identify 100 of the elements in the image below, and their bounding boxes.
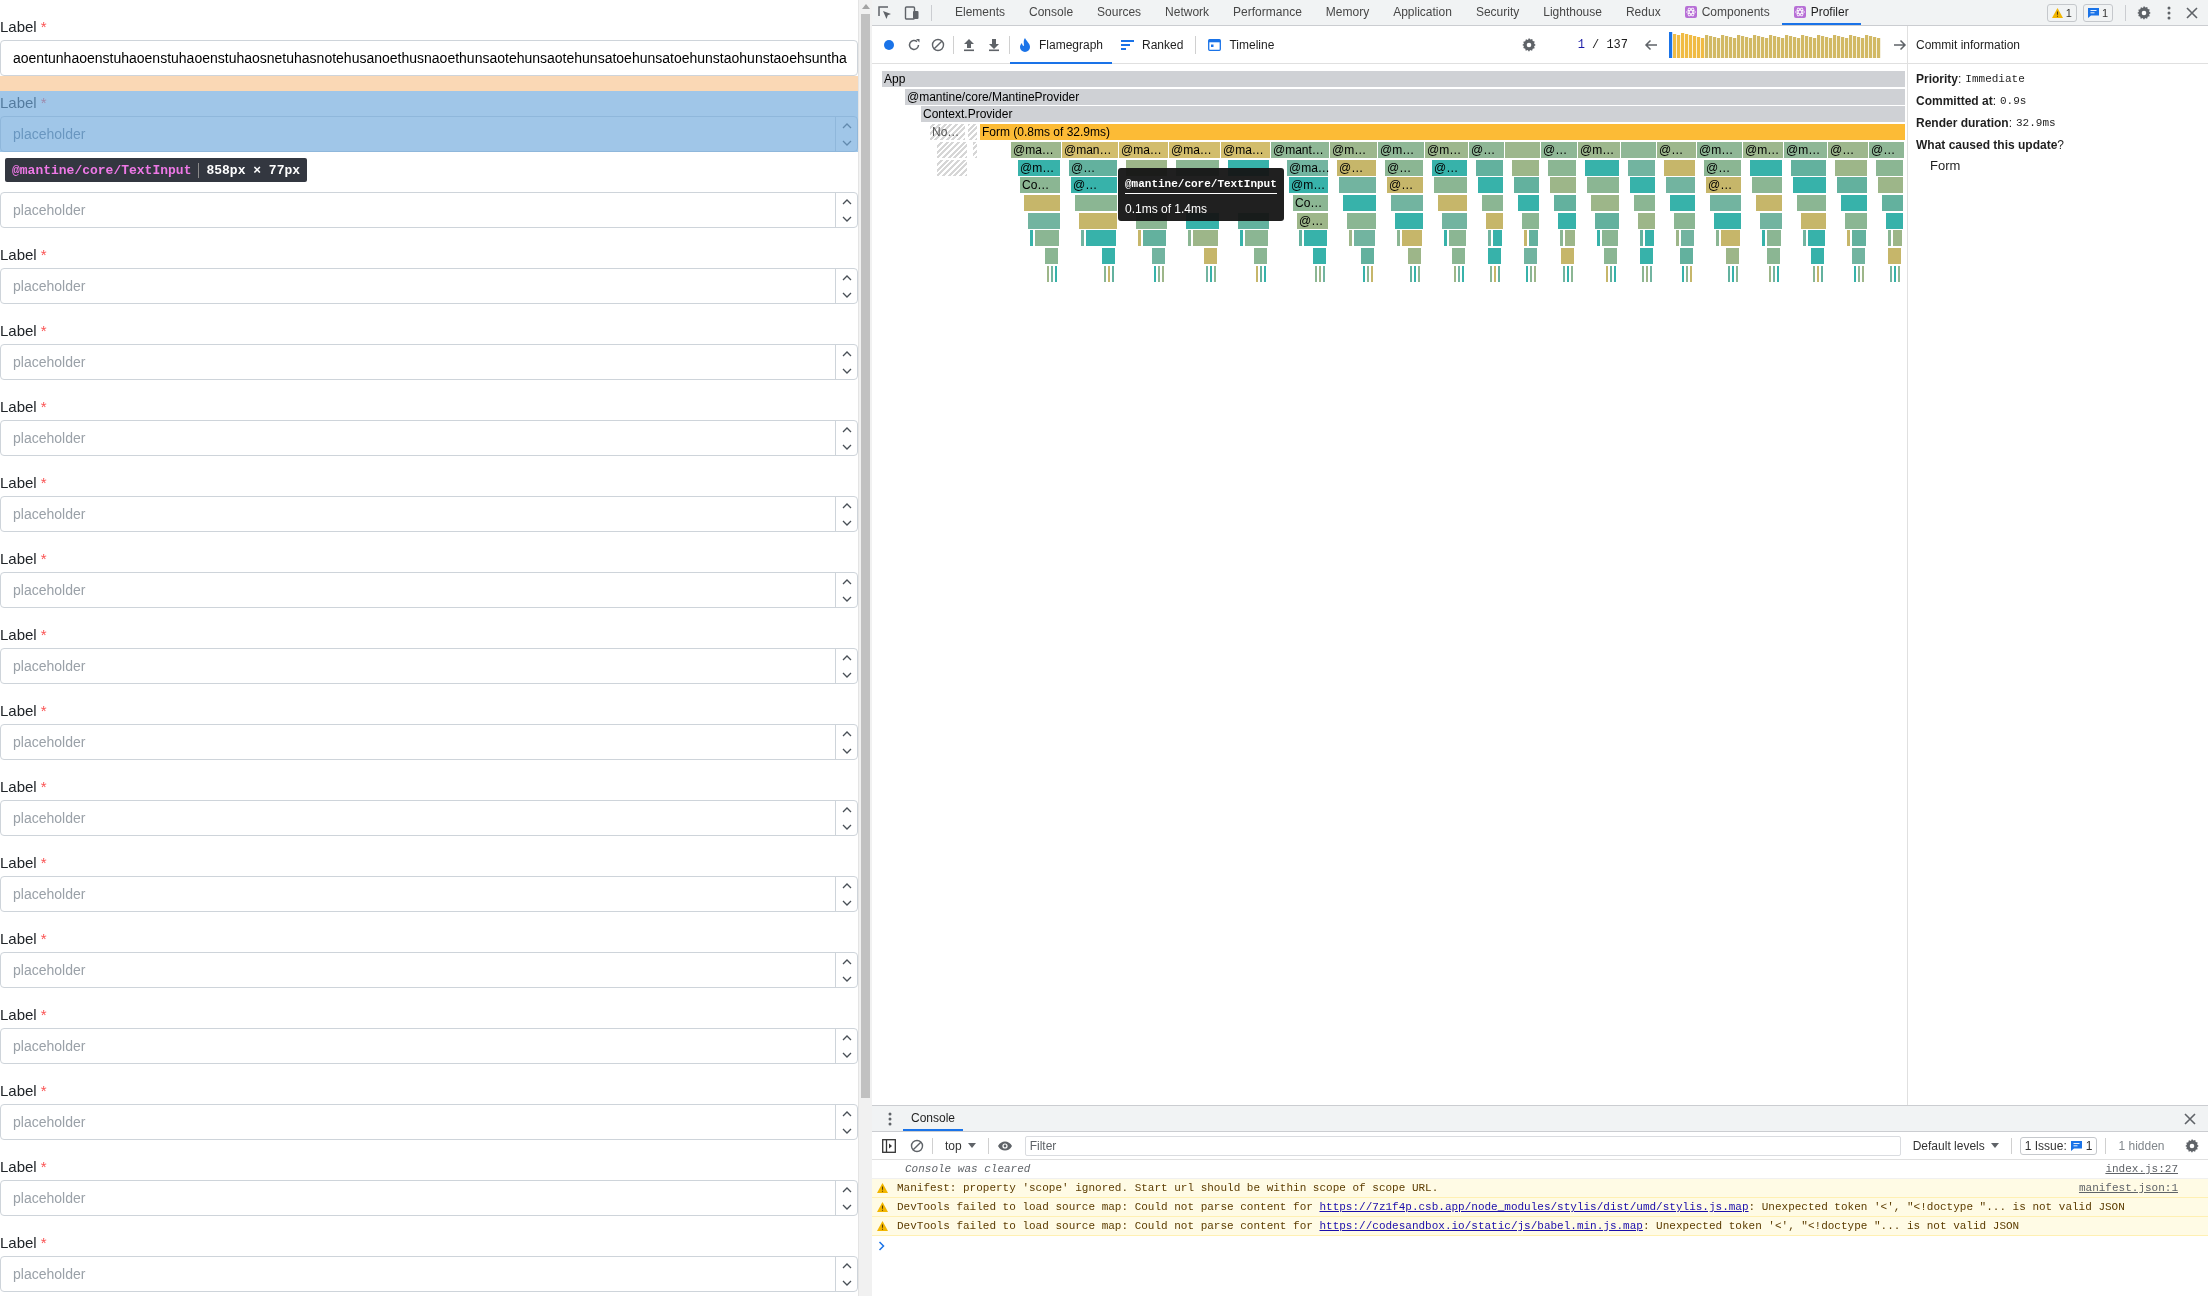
sidebar-icon[interactable] [882,1138,896,1153]
record-icon[interactable] [883,38,895,51]
devtools-tab[interactable]: Console [1017,0,1086,25]
flame-bar[interactable]: @mant… [1271,141,1329,158]
download-icon[interactable] [987,37,1001,52]
chevron-down-icon[interactable] [841,215,852,222]
source-map-link[interactable]: https://codesandbox.io/static/js/babel.min.js.map [1319,1220,1643,1232]
chevron-up-icon[interactable] [841,350,852,357]
chevron-down-icon[interactable] [841,291,852,298]
devtools-tab[interactable]: Elements [943,0,1018,25]
flame-bar[interactable]: @m… [1018,159,1060,176]
devtools-tab[interactable]: Sources [1085,0,1154,25]
scrollbar[interactable] [858,0,872,1296]
view-mode-tab[interactable]: Ranked [1112,25,1193,64]
source-link[interactable]: manifest.json:1 [2078,1182,2178,1194]
flame-bar[interactable]: @… [1071,177,1117,194]
devtools-tab[interactable]: Components [1672,0,1782,25]
flame-bar[interactable]: @m… [1425,141,1468,158]
chevron-up-icon[interactable] [841,958,852,965]
flame-bar[interactable]: App [882,71,1905,87]
eye-icon[interactable] [996,1139,1013,1152]
flame-bar[interactable]: @… [1828,141,1868,158]
text-input[interactable]: placeholder [0,344,858,380]
flame-bar[interactable]: @… [1657,141,1696,158]
flame-bar[interactable]: Co… [1020,177,1060,194]
chevron-up-icon[interactable] [841,198,852,205]
devtools-tab[interactable]: Security [1463,0,1532,25]
reload-icon[interactable] [907,37,921,52]
chevron-down-icon[interactable] [841,747,852,754]
chevron-up-icon[interactable] [841,274,852,281]
right-arrow-icon[interactable] [1893,37,1907,52]
issues-button[interactable]: 1 Issue: 1 [2019,1136,2098,1155]
text-input[interactable]: placeholder [0,724,858,760]
left-arrow-icon[interactable] [1644,37,1658,52]
flame-bar[interactable]: @… [1706,177,1741,194]
text-input[interactable]: placeholder [0,268,858,304]
inspect-icon[interactable] [877,4,893,21]
flame-bar[interactable]: @ma… [1169,141,1220,158]
filter-field[interactable]: Filter [1024,1135,1901,1156]
text-input[interactable]: placeholder [0,496,858,532]
flame-bar[interactable]: @… [1432,159,1467,176]
close-icon[interactable] [2186,6,2198,19]
flame-bar[interactable]: @… [1337,159,1376,176]
text-input[interactable]: placeholder [0,952,858,988]
flame-bar[interactable]: @… [1704,159,1741,176]
context-selector[interactable]: top [941,1134,980,1157]
flame-bar[interactable]: @… [1069,159,1117,176]
chevron-down-icon[interactable] [841,671,852,678]
flame-bar[interactable]: @… [1385,159,1423,176]
upload-icon[interactable] [962,37,976,52]
flame-bar[interactable]: @m… [1697,141,1742,158]
flame-bar[interactable]: @m… [1289,177,1328,194]
chevron-down-icon[interactable] [841,975,852,982]
chevron-up-icon[interactable] [841,426,852,433]
chevron-down-icon[interactable] [841,899,852,906]
flame-bar[interactable]: @m… [1743,141,1783,158]
commit-bars-drawing[interactable] [1669,31,1881,58]
flame-bar[interactable]: @ma… [1221,141,1270,158]
source-map-link[interactable]: https://7z1f4p.csb.app/node_modules/stylis/dist/umd/stylis.js.map [1319,1201,1749,1213]
log-levels-dropdown[interactable]: Default levels [1908,1134,2003,1157]
text-input[interactable]: aoentunhaoenstuhaoenstuhaoenstuhaosnetuhasnotehusanoethusnaoethunsaotehunsaotehunsatoehunsatoehunstaohunstaoehsuntha [0,40,858,76]
flame-bar[interactable]: @m… [1330,141,1377,158]
text-input[interactable]: placeholder [0,648,858,684]
chevron-up-icon[interactable] [841,730,852,737]
flame-bar[interactable]: @m… [1378,141,1424,158]
chevron-down-icon[interactable] [841,367,852,374]
view-mode-tab[interactable]: Flamegraph [1010,25,1113,64]
flame-bar[interactable]: @m… [1784,141,1827,158]
chevron-up-icon[interactable] [841,882,852,889]
more-icon[interactable] [2166,4,2172,21]
text-input[interactable]: placeholder [0,1180,858,1216]
clear-icon[interactable] [931,37,945,52]
text-input[interactable]: placeholder [0,1104,858,1140]
devtools-tab[interactable]: Performance [1221,0,1314,25]
text-input[interactable]: placeholder [0,1028,858,1064]
text-input[interactable]: placeholder [0,192,858,228]
chevron-up-icon[interactable] [841,1110,852,1117]
devtools-tab[interactable]: Redux [1613,0,1673,25]
flame-bar[interactable]: @… [1297,212,1328,229]
flame-bar[interactable]: @… [1469,141,1504,158]
chevron-up-icon[interactable] [841,806,852,813]
flame-bar[interactable]: @… [1869,141,1904,158]
message-count-badge[interactable]: 1 [2082,3,2113,22]
chevron-down-icon[interactable] [841,519,852,526]
devtools-tab[interactable]: Memory [1313,0,1382,25]
settings-icon[interactable] [2184,1137,2200,1154]
flame-bar[interactable]: @m… [1578,141,1620,158]
chevron-down-icon[interactable] [841,595,852,602]
flame-bar[interactable]: @mantine/core/MantineProvider [905,88,1905,105]
chevron-up-icon[interactable] [841,1186,852,1193]
chevron-up-icon[interactable] [841,654,852,661]
settings-icon[interactable] [2136,4,2152,21]
text-input[interactable]: placeholder [0,876,858,912]
cause-item[interactable]: Form [1930,157,1961,173]
chevron-up-icon[interactable] [841,578,852,585]
chevron-down-icon[interactable] [841,443,852,450]
settings-icon[interactable] [1520,36,1537,53]
flame-bar[interactable]: Form (0.8ms of 32.9ms) [980,124,1905,141]
text-input[interactable]: placeholder [0,572,858,608]
view-mode-tab[interactable]: Timeline [1199,25,1284,64]
